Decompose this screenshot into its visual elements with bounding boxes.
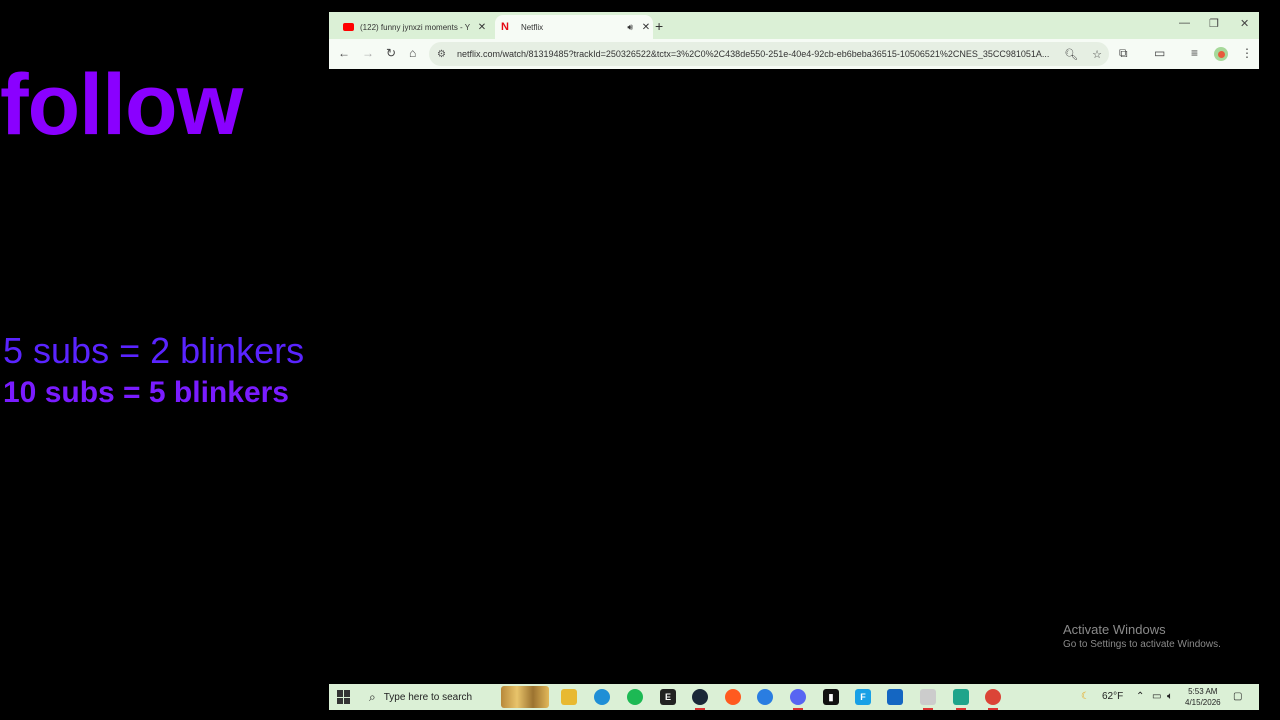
forward-icon[interactable]: → [362, 46, 374, 60]
app-blue-icon[interactable] [757, 689, 773, 705]
browser-toolbar: ← → ↻ ⌂ ⚙ netflix.com/watch/81319485?tra… [329, 39, 1259, 69]
watermark-subtitle: Go to Settings to activate Windows. [1063, 639, 1221, 650]
app-files-icon[interactable] [920, 689, 936, 710]
tab-netflix[interactable]: N Netflix 🔊︎ ✕ [495, 15, 653, 39]
search-placeholder: Type here to search [383, 691, 473, 703]
activate-windows-watermark: Activate Windows Go to Settings to activ… [1063, 622, 1221, 650]
app-orange-icon[interactable] [725, 689, 741, 705]
back-icon[interactable]: ← [338, 46, 350, 60]
tab-title: (122) funny jynxzi moments - Y [360, 22, 471, 32]
discord-icon[interactable] [790, 689, 806, 710]
extensions-icon[interactable]: ⧉ [1119, 46, 1128, 61]
tab-title: Netflix [520, 22, 544, 32]
menu-kebab-icon[interactable]: ⋮ [1241, 46, 1253, 60]
bookmark-star-icon[interactable]: ☆ [1092, 48, 1102, 61]
zoom-icon[interactable]: 🔍︎ [1064, 48, 1078, 61]
network-icon[interactable]: ▭ [1152, 691, 1161, 702]
restore-icon[interactable]: ❐ [1209, 17, 1219, 30]
tray-chevron-up-icon[interactable]: ⌃ [1136, 691, 1144, 702]
taskbar: ⌕ Type here to search E ▮ F ☾ 62°F ⌃ ▭ 🔈… [329, 684, 1259, 710]
speaker-icon[interactable]: 🔊︎ [627, 22, 633, 33]
steam-icon[interactable] [692, 689, 708, 710]
windows-start-icon[interactable] [337, 690, 351, 704]
overlay-follow-text: follow [0, 57, 243, 153]
address-bar[interactable]: ⚙ netflix.com/watch/81319485?trackId=250… [429, 42, 1109, 66]
close-tab-icon[interactable]: ✕ [475, 22, 489, 33]
weather-temp[interactable]: 62°F [1102, 691, 1123, 702]
minimize-icon[interactable]: — [1179, 17, 1190, 29]
watermark-title: Activate Windows [1063, 622, 1166, 637]
spotify-icon[interactable] [627, 689, 643, 705]
site-info-icon[interactable]: ⚙ [437, 49, 457, 60]
home-icon[interactable]: ⌂ [409, 46, 416, 60]
close-tab-icon[interactable]: ✕ [639, 22, 653, 33]
notifications-icon[interactable]: ▢ [1233, 691, 1242, 702]
tab-search-icon[interactable]: ▭ [1154, 46, 1165, 60]
window-close-icon[interactable]: ✕ [1240, 17, 1249, 30]
search-icon: ⌕ [369, 689, 376, 704]
app-cyan-icon[interactable]: F [855, 689, 871, 705]
epic-games-icon[interactable]: E [660, 689, 676, 705]
tab-youtube[interactable]: (122) funny jynxzi moments - Y ✕ [337, 15, 489, 39]
app-blue2-icon[interactable] [887, 689, 903, 705]
app-dark-icon[interactable]: ▮ [823, 689, 839, 705]
weather-moon-icon[interactable]: ☾ [1081, 691, 1090, 702]
new-tab-button[interactable]: + [655, 18, 663, 34]
file-explorer-icon[interactable] [561, 689, 577, 705]
url-text[interactable]: netflix.com/watch/81319485?trackId=25032… [457, 49, 1057, 59]
taskbar-clock[interactable]: 5:53 AM 4/15/2026 [1185, 686, 1221, 708]
netflix-icon: N [501, 21, 509, 33]
browser-window: (122) funny jynxzi moments - Y ✕ N Netfl… [329, 12, 1259, 684]
clock-time: 5:53 AM [1188, 687, 1218, 696]
youtube-icon [343, 23, 354, 31]
clock-date: 4/15/2026 [1185, 698, 1221, 707]
reload-icon[interactable]: ↻ [386, 46, 396, 60]
search-highlight-image[interactable] [501, 686, 549, 708]
volume-icon[interactable]: 🔈︎ [1167, 691, 1173, 702]
app-teal-icon[interactable] [953, 689, 969, 710]
profile-avatar[interactable] [1214, 47, 1228, 61]
edge-icon[interactable] [594, 689, 610, 705]
chrome-icon[interactable] [985, 689, 1001, 710]
tab-strip: (122) funny jynxzi moments - Y ✕ N Netfl… [329, 12, 1259, 39]
media-controls-icon[interactable]: ≡ [1191, 46, 1198, 60]
overlay-subs-goal-1: 5 subs = 2 blinkers [3, 330, 305, 371]
overlay-subs-goal-2: 10 subs = 5 blinkers [3, 376, 289, 409]
